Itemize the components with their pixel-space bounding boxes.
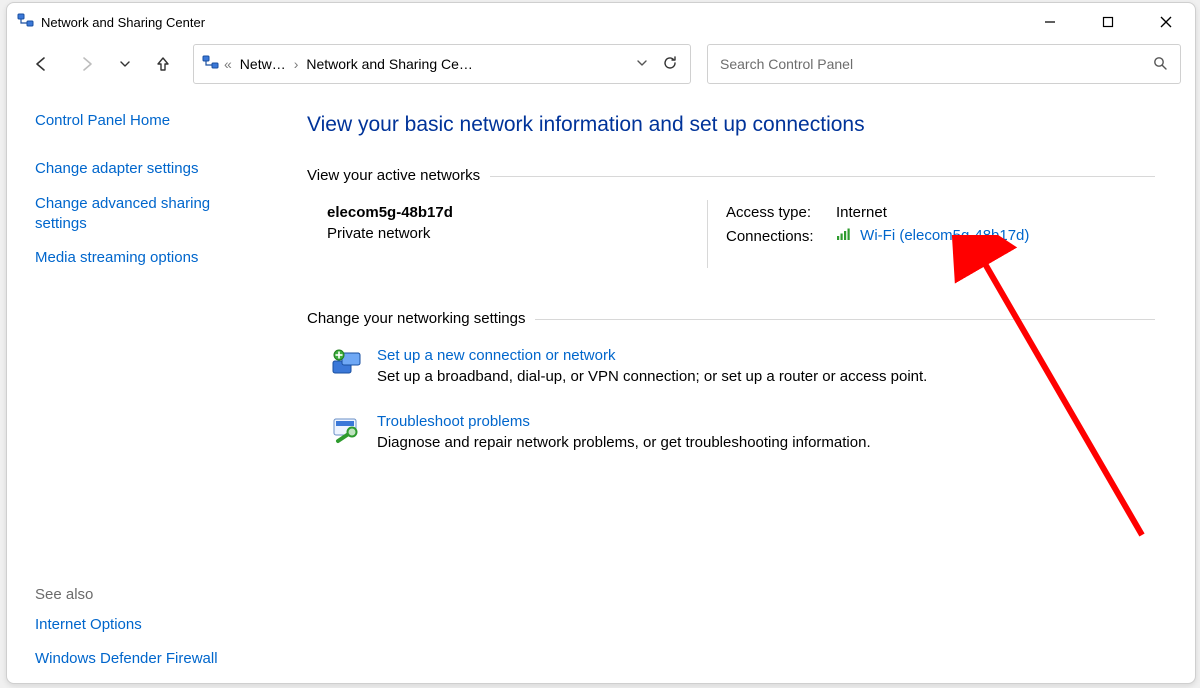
troubleshoot-desc: Diagnose and repair network problems, or… [377, 434, 871, 451]
recent-locations-button[interactable] [113, 46, 137, 82]
sidebar-home-link[interactable]: Control Panel Home [35, 111, 287, 131]
refresh-button[interactable] [658, 55, 682, 74]
access-type-label: Access type: [726, 204, 836, 221]
active-networks-label: View your active networks [307, 167, 1155, 184]
change-settings-label: Change your networking settings [307, 310, 1155, 327]
see-also-firewall[interactable]: Windows Defender Firewall [35, 649, 287, 669]
window-title: Network and Sharing Center [41, 15, 205, 30]
troubleshoot-icon [327, 413, 367, 453]
address-icon [202, 54, 220, 75]
setup-connection-link[interactable]: Set up a new connection or network [377, 347, 615, 364]
active-network-block: elecom5g-48b17d Private network Access t… [327, 204, 1155, 268]
address-bar[interactable]: « Netw… › Network and Sharing Ce… [193, 44, 691, 84]
annotation-arrow [947, 235, 1167, 545]
toolbar: « Netw… › Network and Sharing Ce… Search… [7, 41, 1195, 93]
window-controls [1021, 3, 1195, 41]
address-dropdown-button[interactable] [626, 56, 658, 72]
minimize-button[interactable] [1021, 3, 1079, 41]
app-icon [17, 12, 35, 33]
search-icon [1152, 55, 1168, 74]
sidebar-link-media[interactable]: Media streaming options [35, 248, 287, 268]
page-title: View your basic network information and … [307, 113, 1155, 137]
breadcrumb-root-sep: « [220, 56, 236, 72]
setup-connection-icon [327, 347, 367, 387]
breadcrumb-2[interactable]: Network and Sharing Ce… [302, 56, 477, 72]
sidebar: Control Panel Home Change adapter settin… [7, 93, 287, 684]
wifi-signal-icon [836, 228, 856, 245]
network-name: elecom5g-48b17d [327, 204, 707, 221]
setup-connection-item: Set up a new connection or network Set u… [327, 347, 1155, 387]
sidebar-link-adapter[interactable]: Change adapter settings [35, 159, 287, 179]
titlebar: Network and Sharing Center [7, 3, 1195, 41]
access-type-value: Internet [836, 204, 887, 221]
connection-link[interactable]: Wi-Fi (elecom5g-48b17d) [860, 227, 1029, 244]
sidebar-link-advanced[interactable]: Change advanced sharing settings [35, 194, 235, 235]
search-input[interactable]: Search Control Panel [707, 44, 1181, 84]
breadcrumb-sep-icon: › [290, 56, 303, 72]
close-button[interactable] [1137, 3, 1195, 41]
back-button[interactable] [21, 46, 61, 82]
troubleshoot-link[interactable]: Troubleshoot problems [377, 413, 530, 430]
see-also-label: See also [35, 586, 287, 603]
troubleshoot-item: Troubleshoot problems Diagnose and repai… [327, 413, 1155, 453]
vertical-divider [707, 200, 708, 268]
up-button[interactable] [143, 46, 183, 82]
network-type: Private network [327, 225, 707, 242]
breadcrumb-1[interactable]: Netw… [236, 56, 290, 72]
forward-button[interactable] [67, 46, 107, 82]
maximize-button[interactable] [1079, 3, 1137, 41]
see-also-internet-options[interactable]: Internet Options [35, 615, 287, 635]
window-frame: Network and Sharing Center [6, 2, 1196, 684]
connections-label: Connections: [726, 228, 836, 245]
search-placeholder: Search Control Panel [720, 56, 1152, 72]
setup-connection-desc: Set up a broadband, dial-up, or VPN conn… [377, 368, 927, 385]
main-pane: View your basic network information and … [287, 93, 1195, 684]
content-body: Control Panel Home Change adapter settin… [7, 93, 1195, 684]
